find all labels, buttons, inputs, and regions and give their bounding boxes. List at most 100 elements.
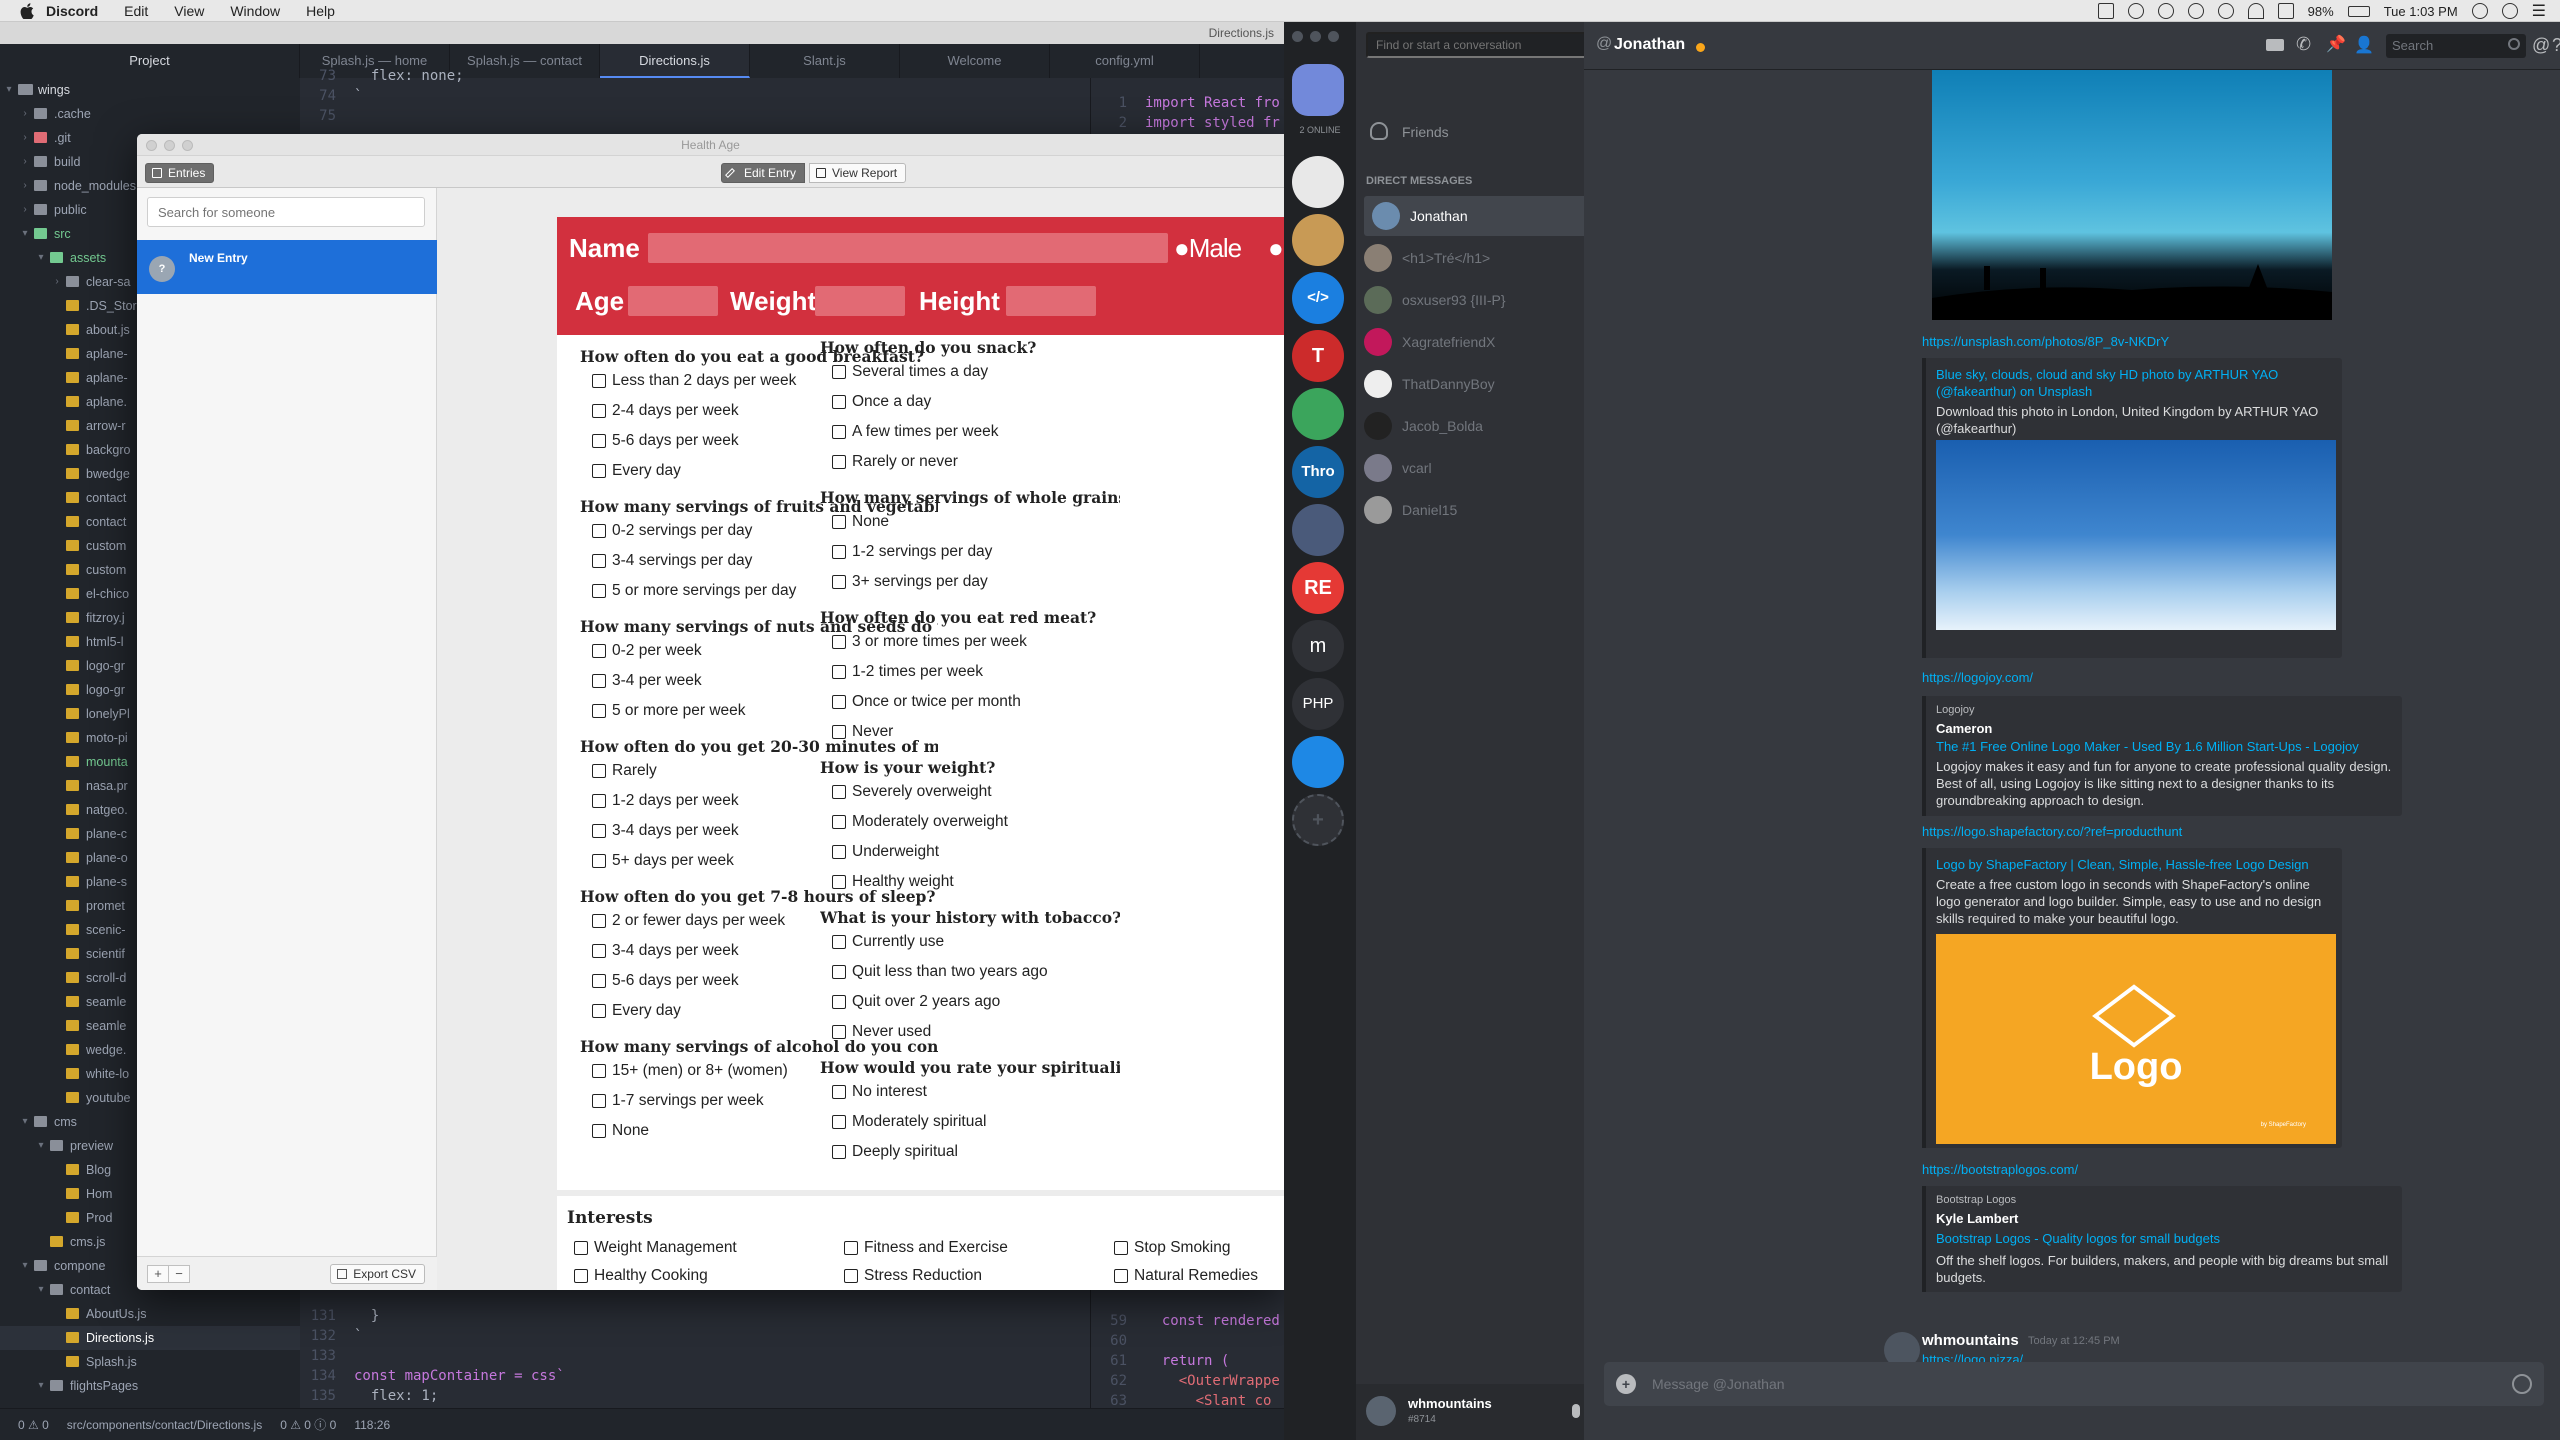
clouds-photo[interactable] — [1936, 440, 2336, 630]
export-csv-button[interactable]: Export CSV — [330, 1264, 425, 1284]
checkbox-box[interactable] — [844, 1241, 858, 1255]
unsplash-link[interactable]: https://unsplash.com/photos/8P_8v-NKDrY — [1922, 334, 2169, 349]
checkbox-box[interactable] — [832, 1115, 846, 1129]
mention-icon[interactable]: @ — [2532, 35, 2550, 56]
tree-item[interactable]: Directions.js — [0, 1326, 300, 1350]
checkbox-box[interactable] — [832, 575, 846, 589]
server-icon-re[interactable]: RE — [1292, 562, 1344, 614]
spotlight-icon[interactable] — [2471, 3, 2488, 19]
zoom-window-icon[interactable] — [182, 140, 193, 151]
checkbox-box[interactable] — [1114, 1241, 1128, 1255]
checkbox-box[interactable] — [844, 1269, 858, 1283]
apple-menu-icon[interactable] — [20, 2, 34, 19]
server-icon-nest[interactable] — [1292, 736, 1344, 788]
tree-item[interactable]: AboutUs.js — [0, 1302, 300, 1326]
checkbox-box[interactable] — [832, 785, 846, 799]
menu-view[interactable]: View — [174, 3, 204, 19]
checkbox-box[interactable] — [592, 704, 606, 718]
checkbox-box[interactable] — [592, 434, 606, 448]
status-icon-3[interactable] — [2157, 3, 2174, 19]
add-entry-button[interactable]: + — [147, 1265, 169, 1283]
add-server-icon[interactable]: + — [1292, 794, 1344, 846]
embed-author[interactable]: Cameron — [1936, 721, 1992, 736]
checkbox-box[interactable] — [592, 524, 606, 538]
server-icon-code[interactable]: </> — [1292, 272, 1344, 324]
checkbox-box[interactable] — [832, 665, 846, 679]
embed-author[interactable]: Kyle Lambert — [1936, 1211, 2018, 1226]
entries-button[interactable]: Entries — [145, 163, 215, 183]
wifi-icon[interactable] — [2247, 3, 2264, 19]
status-icon-1[interactable] — [2097, 3, 2114, 19]
close-window-icon[interactable] — [1292, 31, 1303, 42]
checkbox-box[interactable] — [832, 935, 846, 949]
close-window-icon[interactable] — [146, 140, 157, 151]
pin-icon[interactable]: 📌 — [2326, 34, 2346, 54]
bootstraplogos-link[interactable]: https://bootstraplogos.com/ — [1922, 1162, 2078, 1177]
sky-photo-1[interactable] — [1932, 70, 2332, 320]
server-icon-tesla[interactable]: T — [1292, 330, 1344, 382]
volume-icon[interactable] — [2277, 3, 2294, 19]
name-input[interactable] — [648, 233, 1168, 263]
checkbox-box[interactable] — [832, 815, 846, 829]
tree-view-title[interactable]: Project — [0, 44, 300, 78]
checkbox-box[interactable] — [832, 875, 846, 889]
tab-config[interactable]: config.yml — [1050, 44, 1200, 78]
status-icon-5[interactable] — [2217, 3, 2234, 19]
checkbox-box[interactable] — [592, 764, 606, 778]
checkbox-box[interactable] — [592, 584, 606, 598]
checkbox-box[interactable] — [832, 1085, 846, 1099]
voice-call-icon[interactable]: ✆ — [2296, 34, 2311, 55]
tree-item[interactable]: Splash.js — [0, 1350, 300, 1374]
checkbox-box[interactable] — [832, 725, 846, 739]
server-icon-box[interactable] — [1292, 214, 1344, 266]
checkbox-box[interactable] — [592, 974, 606, 988]
checkbox-box[interactable] — [592, 1004, 606, 1018]
checkbox-box[interactable] — [592, 554, 606, 568]
linter-count[interactable]: 0 ⚠ 0 ⓘ 0 — [280, 1416, 336, 1433]
checkbox-box[interactable] — [574, 1269, 588, 1283]
checkbox-box[interactable] — [832, 845, 846, 859]
entry-list-item[interactable]: ? New Entry — [137, 240, 437, 294]
minimize-window-icon[interactable] — [1310, 31, 1321, 42]
checkbox-box[interactable] — [832, 455, 846, 469]
diagnostics-count[interactable]: 0 ⚠ 0 — [18, 1418, 49, 1432]
tree-item[interactable]: › .cache — [0, 102, 300, 126]
checkbox-box[interactable] — [592, 644, 606, 658]
tab-directions[interactable]: Directions.js — [600, 44, 750, 78]
server-icon-php[interactable]: PHP — [1292, 678, 1344, 730]
age-input[interactable] — [628, 286, 718, 316]
logo-preview-image[interactable]: Logo by ShapeFactory — [1936, 934, 2336, 1144]
clock[interactable]: Tue 1:03 PM — [2384, 4, 2458, 19]
checkbox-box[interactable] — [832, 365, 846, 379]
checkbox-box[interactable] — [832, 995, 846, 1009]
checkbox-box[interactable] — [832, 1025, 846, 1039]
female-radio[interactable]: ● — [1268, 233, 1284, 264]
status-icon-4[interactable] — [2187, 3, 2204, 19]
checkbox-box[interactable] — [592, 674, 606, 688]
help-icon[interactable]: ? — [2552, 35, 2560, 56]
checkbox-box[interactable] — [832, 695, 846, 709]
cursor-position[interactable]: 118:26 — [354, 1418, 390, 1432]
upload-icon[interactable]: + — [1616, 1374, 1636, 1394]
checkbox-box[interactable] — [592, 794, 606, 808]
checkbox-box[interactable] — [832, 425, 846, 439]
status-icon-2[interactable] — [2127, 3, 2144, 19]
logojoy-link[interactable]: https://logojoy.com/ — [1922, 670, 2033, 685]
checkbox-box[interactable] — [832, 635, 846, 649]
battery-icon[interactable] — [2347, 5, 2370, 17]
mute-icon[interactable] — [1572, 1404, 1580, 1418]
tab-splash-contact[interactable]: Splash.js — contact — [450, 44, 600, 78]
message-author[interactable]: whmountains — [1922, 1332, 2019, 1349]
siri-icon[interactable] — [2501, 3, 2518, 19]
checkbox-box[interactable] — [574, 1241, 588, 1255]
tree-item[interactable]: ▾ flightsPages — [0, 1374, 300, 1398]
embed-title[interactable]: The #1 Free Online Logo Maker - Used By … — [1936, 738, 2396, 755]
view-report-button[interactable]: View Report — [809, 163, 907, 183]
height-input[interactable] — [1006, 286, 1096, 316]
video-call-icon[interactable] — [2266, 39, 2284, 51]
tree-item[interactable]: ▾ wings — [0, 78, 300, 102]
friends-home-icon[interactable] — [1292, 64, 1344, 116]
notification-center-icon[interactable]: ☰ — [2532, 1, 2546, 21]
checkbox-box[interactable] — [832, 515, 846, 529]
weight-input[interactable] — [815, 286, 905, 316]
